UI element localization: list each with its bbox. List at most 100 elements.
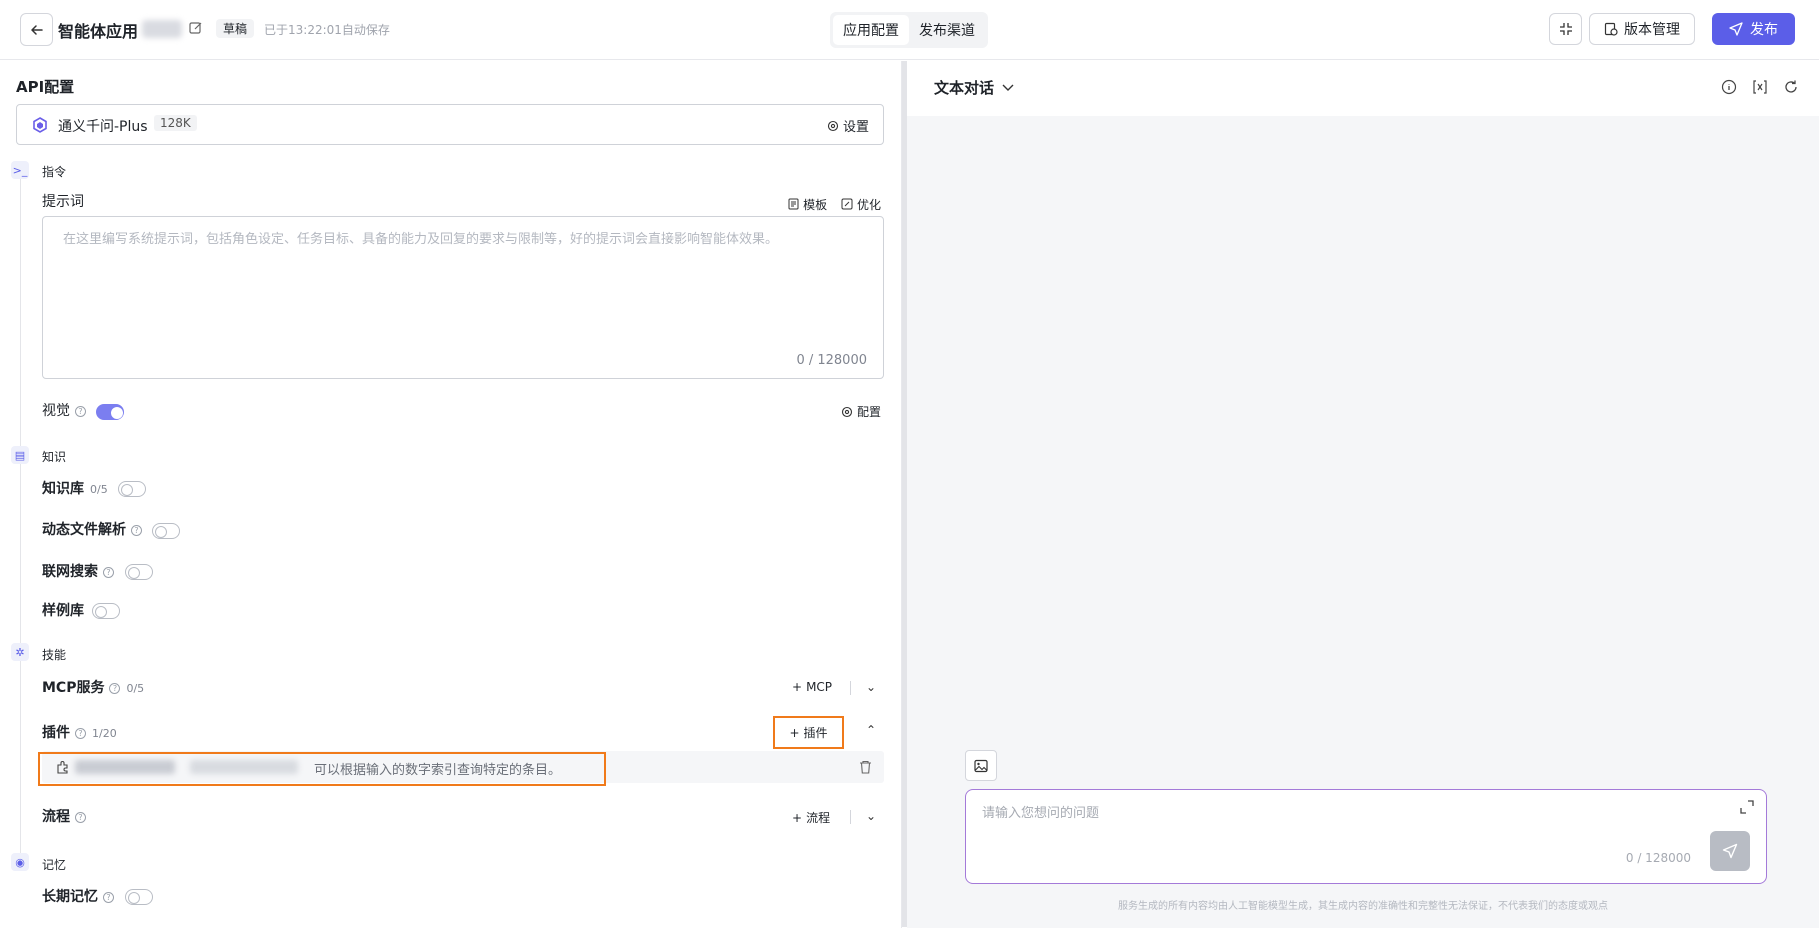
web-search-row: 联网搜索? <box>42 561 114 581</box>
chevron-down-icon <box>1002 84 1014 91</box>
info-icon[interactable] <box>1721 79 1737 95</box>
group-skills: 技能 <box>42 648 67 662</box>
chat-input-placeholder: 请输入您想问的问题 <box>982 806 1100 821</box>
mcp-label: MCP服务 <box>42 680 105 696</box>
plus-icon: + <box>789 725 800 740</box>
flow-label: 流程 <box>42 809 70 825</box>
long-memory-label: 长期记忆 <box>42 889 98 905</box>
version-management-button[interactable]: 版本管理 <box>1589 13 1695 45</box>
examples-row: 样例库 <box>42 600 84 620</box>
group-knowledge: 知识 <box>42 450 67 464</box>
examples-toggle[interactable] <box>92 603 120 619</box>
edit-icon[interactable] <box>188 20 204 36</box>
tab-publish-channels[interactable]: 发布渠道 <box>909 15 985 45</box>
knowledge-base-toggle[interactable] <box>118 481 146 497</box>
prompt-actions: 模板 优化 <box>788 196 881 213</box>
file-parse-label: 动态文件解析 <box>42 522 126 538</box>
long-memory-toggle[interactable] <box>125 889 153 905</box>
top-header: 智能体应用 草稿 已于13:22:01自动保存 应用配置 发布渠道 版本管理 发… <box>0 0 1819 60</box>
vision-label: 视觉 <box>42 403 70 419</box>
group-instruction: 指令 <box>42 165 67 179</box>
refresh-icon[interactable] <box>1783 79 1799 95</box>
vision-config-button[interactable]: 配置 <box>841 403 881 420</box>
prompt-label: 提示词 <box>42 194 84 210</box>
help-icon[interactable]: ? <box>103 892 114 903</box>
plugin-highlight-box <box>38 752 606 786</box>
chevron-up-icon[interactable]: ⌃ <box>866 723 876 737</box>
send-icon <box>1722 843 1738 859</box>
vision-config-label: 配置 <box>856 405 881 419</box>
api-config-title: API配置 <box>16 78 75 96</box>
center-tabs: 应用配置 发布渠道 <box>830 12 988 48</box>
vision-toggle[interactable] <box>96 404 124 420</box>
gear-icon <box>841 406 853 417</box>
preview-panel: 文本对话 请输入您想问的问题 0 / 128000 服务生成的所有内容均由人工智… <box>907 61 1819 928</box>
add-flow-button[interactable]: + 流程 <box>792 809 830 826</box>
mcp-row: MCP服务? 0/5 <box>42 677 144 697</box>
knowledge-base-row: 知识库 0/5 <box>42 478 108 498</box>
long-memory-row: 长期记忆? <box>42 886 114 906</box>
knowledge-base-label: 知识库 <box>42 481 84 497</box>
web-search-label: 联网搜索 <box>42 564 98 580</box>
help-icon[interactable]: ? <box>109 683 121 694</box>
qwen-logo-icon <box>33 117 47 133</box>
arrow-left-icon <box>30 24 43 35</box>
knowledge-base-count: 0/5 <box>90 483 108 496</box>
add-mcp-button[interactable]: + MCP <box>792 680 832 694</box>
gear-icon <box>827 120 839 131</box>
file-parse-row: 动态文件解析? <box>42 519 142 539</box>
plus-icon: + <box>792 810 803 825</box>
chat-char-count: 0 / 128000 <box>1625 851 1691 865</box>
version-label: 版本管理 <box>1624 22 1680 38</box>
model-settings-button[interactable]: 设置 <box>827 116 869 135</box>
variable-icon[interactable] <box>1752 79 1768 95</box>
chat-mode-selector[interactable]: 文本对话 <box>934 77 1014 98</box>
mcp-count: 0/5 <box>126 682 145 695</box>
chat-input-box[interactable]: 请输入您想问的问题 0 / 128000 <box>965 789 1767 884</box>
preview-header: 文本对话 <box>907 61 1819 116</box>
app-title: 智能体应用 <box>58 22 139 41</box>
prompt-textarea[interactable]: 在这里编写系统提示词，包括角色设定、任务目标、具备的能力及回复的要求与限制等，好… <box>42 216 884 379</box>
preview-tools <box>1721 79 1799 95</box>
examples-label: 样例库 <box>42 603 84 619</box>
template-button[interactable]: 模板 <box>788 196 827 213</box>
web-search-toggle[interactable] <box>125 564 153 580</box>
add-mcp-label: MCP <box>806 680 833 694</box>
help-icon[interactable]: ? <box>75 728 86 739</box>
blurred-app-name <box>142 20 182 38</box>
context-length-tag: 128K <box>154 115 197 131</box>
help-icon[interactable]: ? <box>75 406 86 417</box>
timeline-line <box>20 161 21 861</box>
chevron-down-icon[interactable]: ⌄ <box>866 809 876 823</box>
tab-app-config[interactable]: 应用配置 <box>833 15 909 45</box>
publish-label: 发布 <box>1750 22 1778 38</box>
autosave-status: 已于13:22:01自动保存 <box>264 23 390 37</box>
flow-row: 流程? <box>42 806 86 826</box>
chevron-down-icon[interactable]: ⌄ <box>866 680 876 694</box>
collapse-button[interactable] <box>1549 13 1582 45</box>
document-icon <box>788 198 799 210</box>
plus-icon: + <box>792 680 803 694</box>
publish-button[interactable]: 发布 <box>1712 13 1795 45</box>
add-plugin-label: 插件 <box>803 726 828 740</box>
plugins-row: 插件? 1/20 <box>42 722 117 742</box>
model-selector[interactable]: 通义千问-Plus 128K 设置 <box>16 104 884 145</box>
upload-image-button[interactable] <box>965 750 997 781</box>
add-plugin-button[interactable]: + 插件 <box>773 716 844 749</box>
file-parse-toggle[interactable] <box>152 523 180 539</box>
memory-icon: ◉ <box>11 853 29 871</box>
optimize-button[interactable]: 优化 <box>841 196 881 213</box>
add-flow-label: 流程 <box>806 811 831 825</box>
help-icon[interactable]: ? <box>103 567 114 578</box>
trash-icon[interactable] <box>859 760 872 774</box>
vision-row: 视觉? <box>42 400 86 420</box>
back-button[interactable] <box>20 13 53 46</box>
book-icon: ▤ <box>11 446 29 464</box>
divider <box>850 681 851 695</box>
divider <box>850 810 851 824</box>
send-button[interactable] <box>1710 831 1750 871</box>
expand-icon[interactable] <box>1740 800 1754 814</box>
draft-badge: 草稿 <box>216 19 255 38</box>
help-icon[interactable]: ? <box>75 812 86 823</box>
help-icon[interactable]: ? <box>131 525 142 536</box>
